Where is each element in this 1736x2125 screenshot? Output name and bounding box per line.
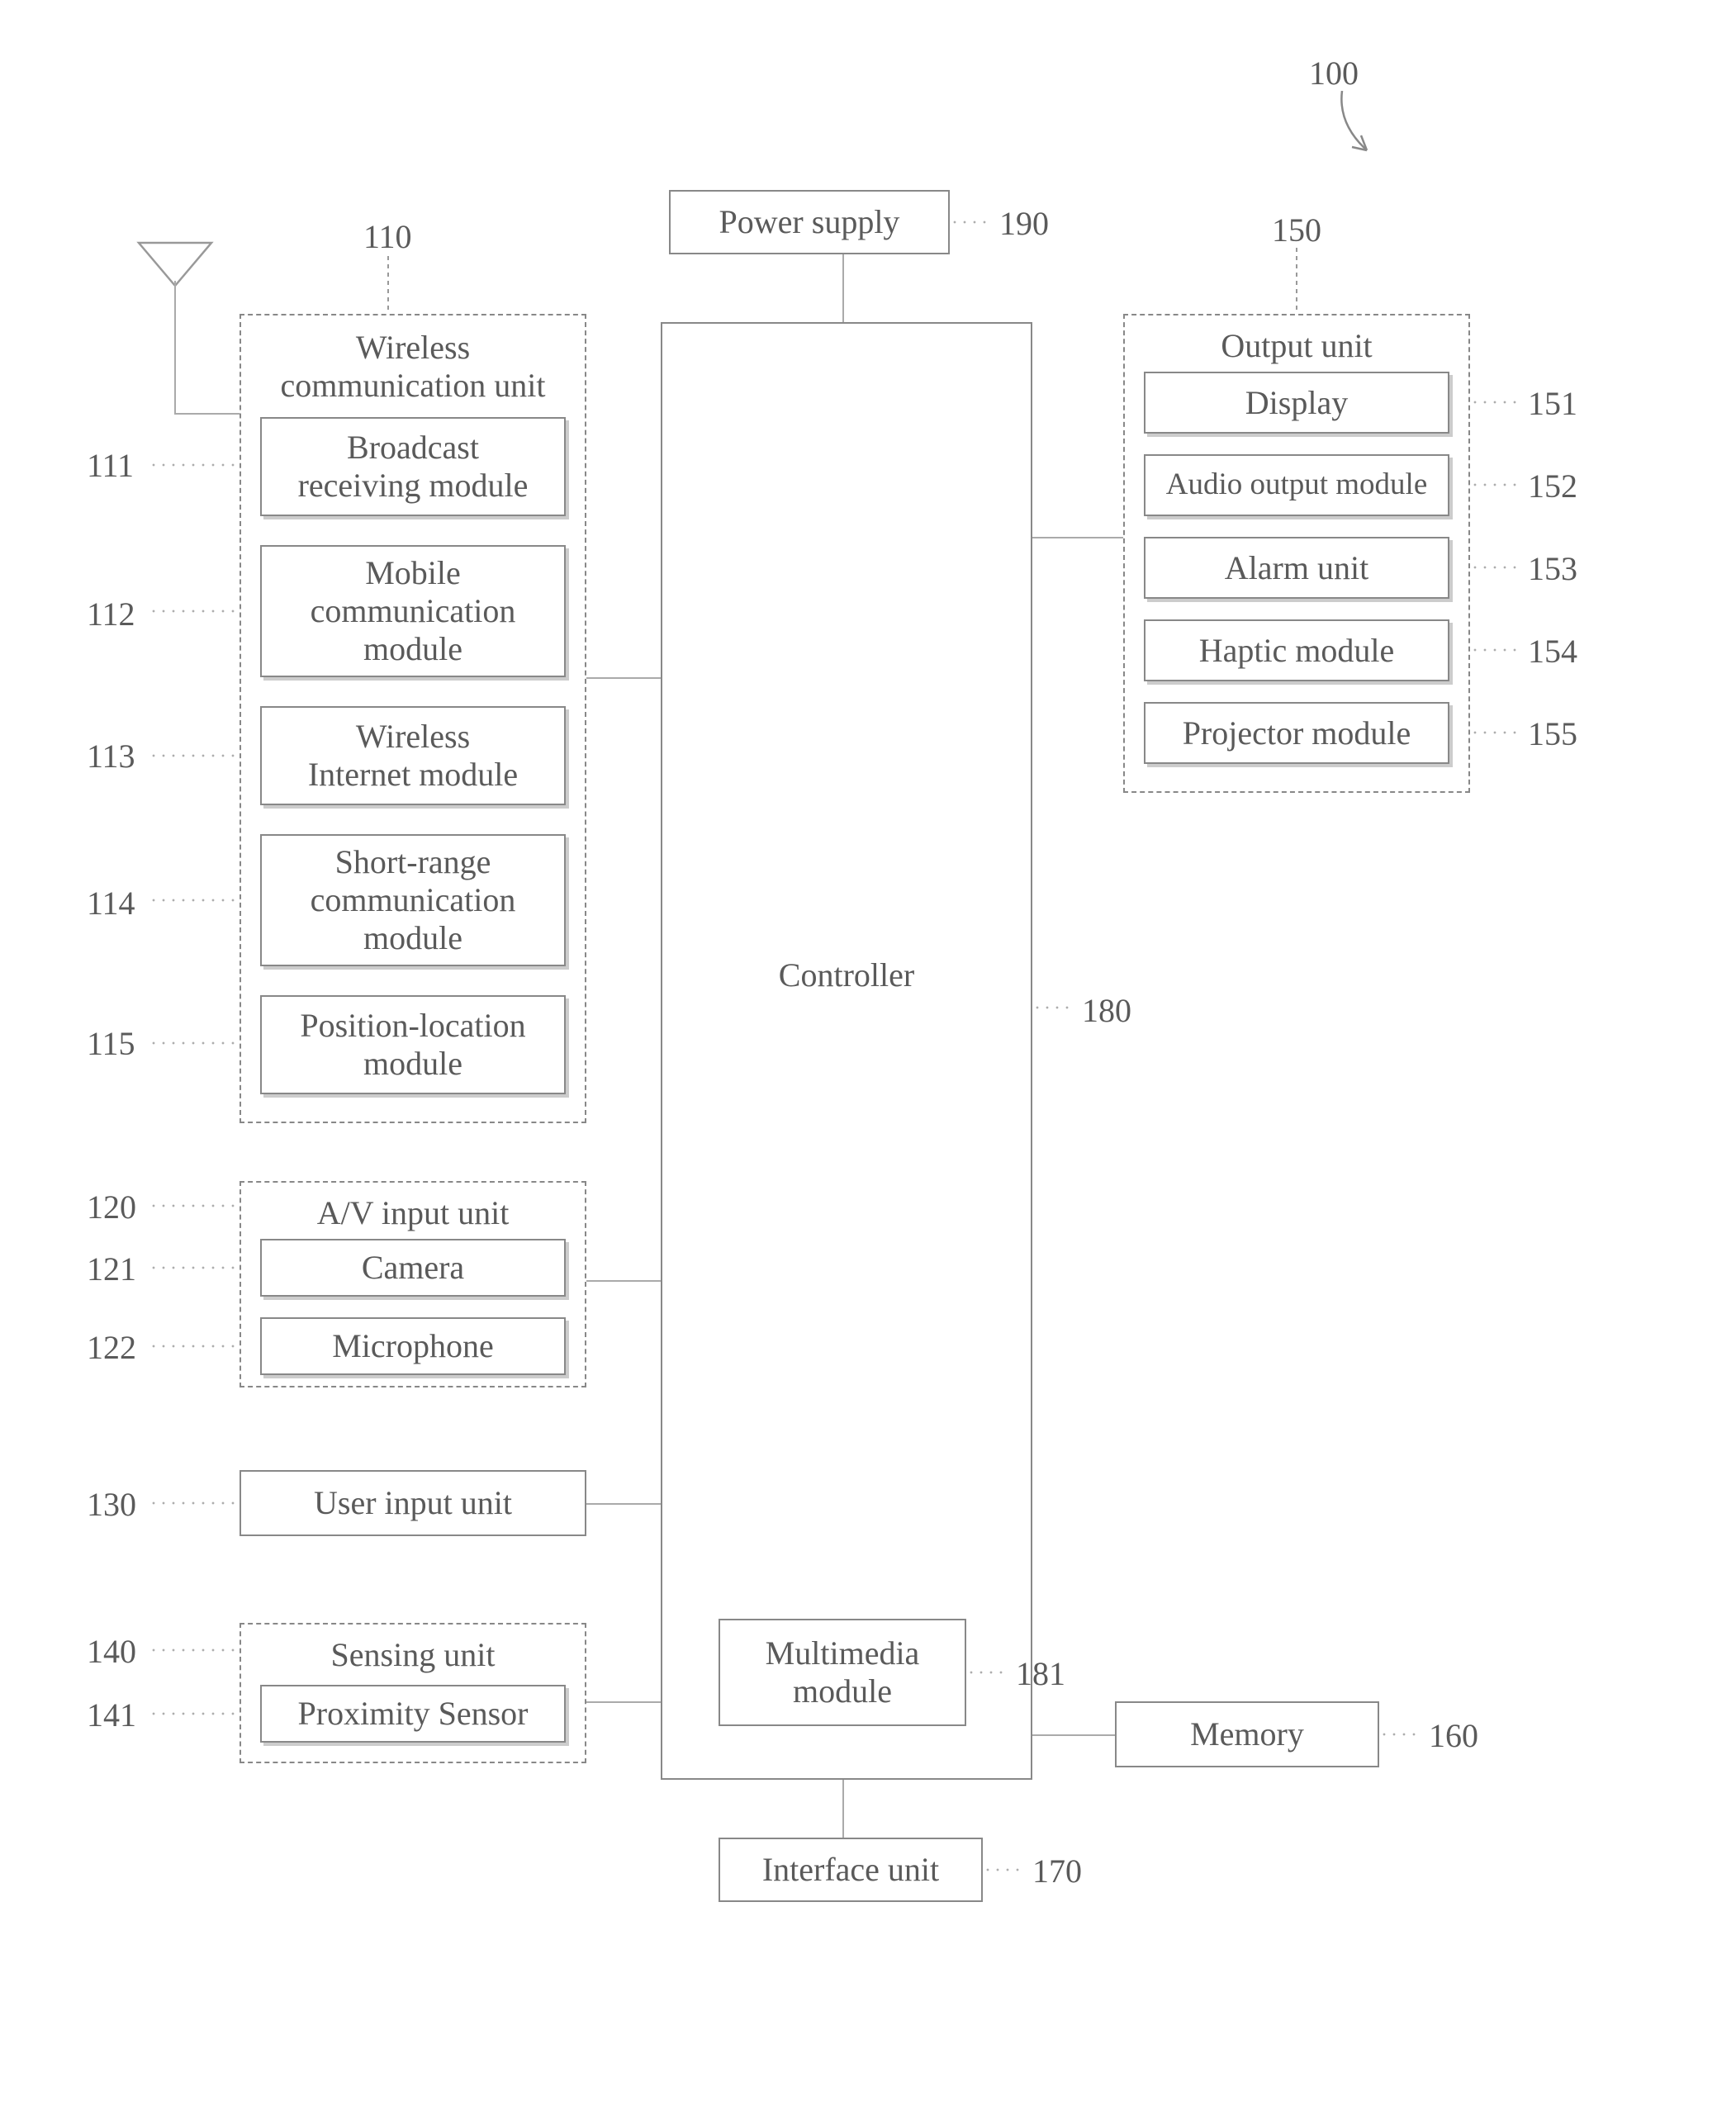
lead-line xyxy=(149,1346,240,1348)
lead-line xyxy=(149,1714,240,1715)
connector-line xyxy=(842,254,844,322)
display-label: Display xyxy=(1245,384,1348,422)
wireless-comm-title: Wireless communication unit xyxy=(280,329,545,405)
mobile-comm-label: Mobile communication module xyxy=(311,554,516,668)
ref-190: 190 xyxy=(999,204,1049,243)
lead-line xyxy=(149,756,240,757)
connector-line xyxy=(586,1701,661,1703)
ref-160: 160 xyxy=(1429,1716,1478,1755)
ref-151: 151 xyxy=(1528,384,1577,423)
user-input-unit-block: User input unit xyxy=(240,1470,586,1536)
connector-line xyxy=(1032,1734,1115,1736)
interface-unit-block: Interface unit xyxy=(719,1838,983,1902)
wireless-internet-label: Wireless Internet module xyxy=(308,718,518,794)
ref-153: 153 xyxy=(1528,549,1577,588)
ref-110: 110 xyxy=(363,217,412,256)
ref-111: 111 xyxy=(87,446,134,485)
interface-unit-label: Interface unit xyxy=(762,1851,939,1889)
projector-module-label: Projector module xyxy=(1183,714,1411,752)
connector-line xyxy=(586,677,661,679)
ref-112: 112 xyxy=(87,595,135,633)
ref-141: 141 xyxy=(87,1696,136,1734)
lead-line xyxy=(149,1503,240,1505)
connector-line xyxy=(842,1780,844,1838)
lead-line xyxy=(149,611,240,613)
ref-114: 114 xyxy=(87,884,135,923)
lead-line xyxy=(149,900,240,902)
audio-output-label: Audio output module xyxy=(1166,467,1428,503)
position-location-label: Position-location module xyxy=(300,1007,525,1083)
output-unit-title: Output unit xyxy=(1221,327,1372,365)
lead-line xyxy=(149,1043,240,1045)
ref-154: 154 xyxy=(1528,632,1577,671)
lead-line xyxy=(1470,402,1520,404)
microphone-label: Microphone xyxy=(332,1327,494,1365)
proximity-sensor-block: Proximity Sensor xyxy=(260,1685,566,1743)
ref-122: 122 xyxy=(87,1328,136,1367)
ref-140: 140 xyxy=(87,1632,136,1671)
lead-line xyxy=(1470,485,1520,486)
av-input-title: A/V input unit xyxy=(317,1194,510,1232)
ref-170: 170 xyxy=(1032,1852,1082,1890)
ref-181: 181 xyxy=(1016,1654,1065,1693)
lead-line xyxy=(149,465,240,467)
ref-113: 113 xyxy=(87,737,135,776)
connector-line xyxy=(1032,537,1123,538)
alarm-unit-block: Alarm unit xyxy=(1144,537,1449,599)
lead-line xyxy=(149,1650,240,1652)
ref-120: 120 xyxy=(87,1188,136,1226)
ref-115: 115 xyxy=(87,1024,135,1063)
short-range-label: Short-range communication module xyxy=(311,843,516,957)
camera-block: Camera xyxy=(260,1239,566,1297)
ref-152: 152 xyxy=(1528,467,1577,505)
sensing-unit-title: Sensing unit xyxy=(331,1636,496,1674)
ref-155: 155 xyxy=(1528,714,1577,753)
lead-line xyxy=(983,1870,1026,1871)
wireless-internet-module: Wireless Internet module xyxy=(260,706,566,805)
mobile-comm-module: Mobile communication module xyxy=(260,545,566,677)
lead-line xyxy=(1379,1734,1422,1736)
multimedia-module-block: Multimedia module xyxy=(719,1619,966,1726)
memory-block: Memory xyxy=(1115,1701,1379,1767)
controller-label: Controller xyxy=(779,956,914,994)
ref-180: 180 xyxy=(1082,991,1131,1030)
ref-150: 150 xyxy=(1272,211,1321,249)
ref-130: 130 xyxy=(87,1485,136,1524)
antenna-mast xyxy=(174,281,176,413)
broadcast-receiving-module: Broadcast receiving module xyxy=(260,417,566,516)
power-supply-label: Power supply xyxy=(719,203,900,241)
diagram-canvas: 100 Power supply 190 Controller 180 Mult… xyxy=(0,0,1736,2125)
lead-line xyxy=(1470,567,1520,569)
display-block: Display xyxy=(1144,372,1449,434)
ref-121: 121 xyxy=(87,1250,136,1288)
camera-label: Camera xyxy=(362,1249,464,1287)
memory-label: Memory xyxy=(1190,1715,1304,1753)
broadcast-receiving-label: Broadcast receiving module xyxy=(298,429,529,505)
connector-line xyxy=(586,1503,661,1505)
multimedia-module-label: Multimedia module xyxy=(766,1634,920,1710)
lead-line xyxy=(149,1206,240,1207)
power-supply-block: Power supply xyxy=(669,190,950,254)
short-range-module: Short-range communication module xyxy=(260,834,566,966)
lead-line xyxy=(149,1268,240,1269)
audio-output-block: Audio output module xyxy=(1144,454,1449,516)
lead-line xyxy=(950,222,993,224)
controller-block: Controller xyxy=(661,322,1032,1780)
lead-line xyxy=(966,1672,1009,1674)
position-location-module: Position-location module xyxy=(260,995,566,1094)
lead-line xyxy=(1032,1008,1074,1009)
arrow-icon xyxy=(1334,91,1425,165)
haptic-module-block: Haptic module xyxy=(1144,619,1449,681)
connector-line xyxy=(174,413,240,415)
user-input-label: User input unit xyxy=(314,1484,512,1522)
microphone-block: Microphone xyxy=(260,1317,566,1375)
lead-line xyxy=(1470,650,1520,652)
projector-module-block: Projector module xyxy=(1144,702,1449,764)
lead-line xyxy=(1470,733,1520,734)
ref-100: 100 xyxy=(1309,54,1359,92)
alarm-unit-label: Alarm unit xyxy=(1225,549,1368,587)
connector-line xyxy=(586,1280,661,1282)
haptic-module-label: Haptic module xyxy=(1199,632,1395,670)
proximity-sensor-label: Proximity Sensor xyxy=(298,1695,529,1733)
